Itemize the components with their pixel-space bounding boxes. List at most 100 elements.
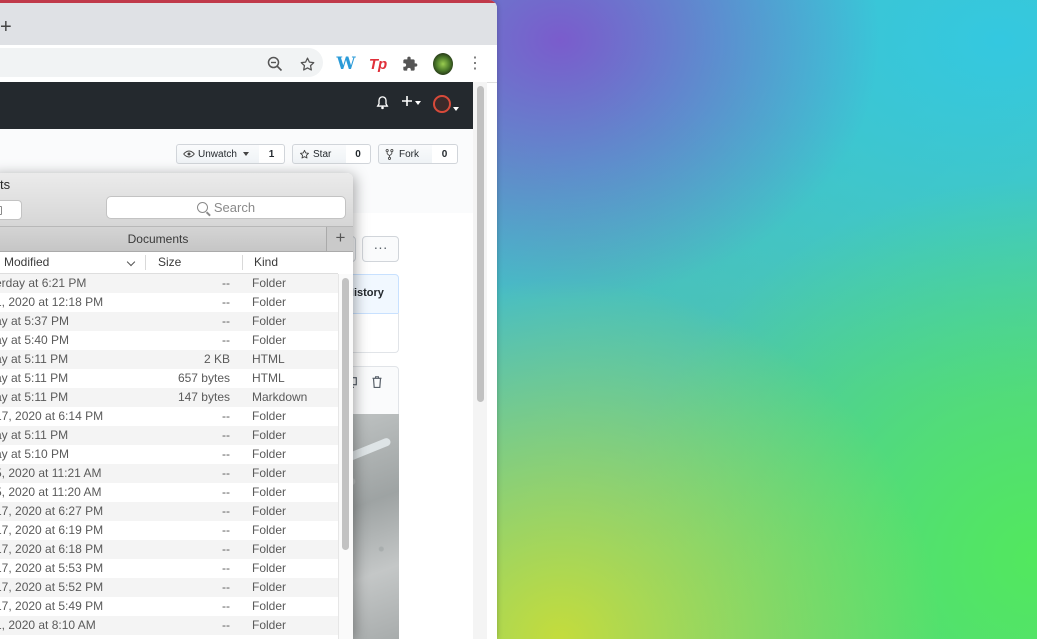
kind-cell: Folder — [252, 466, 287, 480]
star-button[interactable]: Star — [292, 144, 347, 164]
modified-cell: ay at 5:11 PM — [0, 390, 69, 404]
column-kind[interactable]: Kind — [254, 252, 334, 273]
modified-cell: 17, 2020 at 6:27 PM — [0, 504, 104, 518]
size-cell: 657 bytes — [177, 371, 230, 385]
list-item[interactable]: 17, 2020 at 6:19 PM -- Folder — [0, 521, 338, 540]
fork-icon — [385, 148, 394, 160]
list-item[interactable]: 17, 2020 at 5:52 PM -- Folder — [0, 578, 338, 597]
size-cell: -- — [222, 295, 230, 309]
kind-cell: Folder — [252, 276, 287, 290]
list-item[interactable]: ay at 5:10 PM -- Folder — [0, 445, 338, 464]
size-cell: -- — [222, 409, 230, 423]
kind-cell: Folder — [252, 485, 287, 499]
watch-count[interactable]: 1 — [259, 144, 285, 164]
modified-cell: 17, 2020 at 6:14 PM — [0, 409, 104, 423]
list-item[interactable]: ay at 5:11 PM 2 KB HTML — [0, 350, 338, 369]
list-item[interactable]: ay at 5:37 PM -- Folder — [0, 312, 338, 331]
size-cell: -- — [222, 333, 230, 347]
ext-w-icon[interactable]: W — [336, 54, 356, 74]
modified-cell: 5, 2020 at 11:20 AM — [0, 485, 102, 499]
list-item[interactable]: 5, 2020 at 11:21 AM -- Folder — [0, 464, 338, 483]
kind-cell: Folder — [252, 504, 287, 518]
size-cell: -- — [222, 618, 230, 632]
kind-cell: Folder — [252, 618, 287, 632]
list-item[interactable]: 1, 2020 at 12:18 PM -- Folder — [0, 293, 338, 312]
list-item[interactable]: 5, 2020 at 11:20 AM -- Folder — [0, 483, 338, 502]
modified-cell: 17, 2020 at 5:52 PM — [0, 580, 104, 594]
column-divider — [242, 255, 243, 270]
modified-cell: ay at 5:11 PM — [0, 371, 69, 385]
list-item[interactable]: erday at 6:21 PM -- Folder — [0, 274, 338, 293]
star-label: Star — [313, 148, 332, 160]
list-item[interactable]: 1, 2020 at 8:10 AM -- Folder — [0, 616, 338, 635]
fork-count[interactable]: 0 — [432, 144, 458, 164]
finder-window: ts Search Documents + Modified Size Kind… — [0, 173, 353, 639]
modified-cell: 17, 2020 at 5:53 PM — [0, 561, 104, 575]
size-cell: -- — [222, 504, 230, 518]
profile-avatar[interactable] — [433, 53, 453, 75]
new-tab-button[interactable]: + — [0, 15, 24, 39]
browser-toolbar: W Tp ⋮ — [0, 45, 497, 83]
modified-cell: 5, 2020 at 11:21 AM — [0, 466, 102, 480]
modified-cell: 1, 2020 at 8:10 AM — [0, 618, 96, 632]
size-cell: -- — [222, 599, 230, 613]
column-header: Modified Size Kind — [0, 252, 338, 274]
list-item[interactable]: 17, 2020 at 6:27 PM -- Folder — [0, 502, 338, 521]
list-item[interactable]: 17, 2020 at 5:53 PM -- Folder — [0, 559, 338, 578]
list-item[interactable]: ay at 5:11 PM 657 bytes HTML — [0, 369, 338, 388]
star-icon[interactable] — [297, 54, 317, 74]
modified-cell: 17, 2020 at 5:49 PM — [0, 599, 104, 613]
search-input[interactable]: Search — [106, 196, 346, 219]
list-item[interactable]: ay at 5:40 PM -- Folder — [0, 331, 338, 350]
size-cell: 147 bytes — [177, 390, 230, 404]
size-cell: -- — [222, 314, 230, 328]
modified-cell: ay at 5:40 PM — [0, 333, 70, 347]
size-cell: -- — [222, 485, 230, 499]
fork-button[interactable]: Fork — [378, 144, 433, 164]
kind-cell: Folder — [252, 599, 287, 613]
kind-cell: Folder — [252, 580, 287, 594]
finder-titlebar[interactable]: ts Search — [0, 173, 353, 227]
more-options-button[interactable]: ··· — [362, 236, 399, 262]
puzzle-icon[interactable] — [400, 54, 420, 74]
page-scrollbar-thumb[interactable] — [477, 86, 484, 402]
trash-icon[interactable] — [372, 375, 382, 393]
add-tab-button[interactable]: + — [326, 227, 353, 251]
finder-scrollbar-thumb[interactable] — [342, 278, 349, 550]
unwatch-button[interactable]: Unwatch — [176, 144, 260, 164]
plus-icon[interactable] — [401, 94, 421, 110]
list-item[interactable]: ay at 5:11 PM 147 bytes Markdown — [0, 388, 338, 407]
user-avatar[interactable] — [433, 95, 459, 116]
modified-cell: 1, 2020 at 12:18 PM — [0, 295, 104, 309]
kind-cell: Folder — [252, 409, 287, 423]
kind-cell: Markdown — [252, 390, 308, 404]
list-item[interactable]: 17, 2020 at 6:18 PM -- Folder — [0, 540, 338, 559]
size-cell: -- — [222, 428, 230, 442]
column-size[interactable]: Size — [158, 252, 238, 273]
zoom-out-icon[interactable] — [265, 54, 285, 74]
bell-icon[interactable] — [376, 96, 389, 113]
size-cell: -- — [222, 466, 230, 480]
tab-documents[interactable]: Documents — [0, 227, 326, 251]
tab-strip: + — [0, 3, 497, 45]
kind-cell: Folder — [252, 333, 287, 347]
modified-cell: ay at 5:11 PM — [0, 352, 69, 366]
size-cell: 2 KB — [203, 352, 230, 366]
kind-cell: HTML — [252, 352, 285, 366]
search-placeholder: Search — [213, 200, 256, 215]
ext-tp-icon[interactable]: Tp — [368, 54, 388, 74]
list-item[interactable]: 17, 2020 at 6:14 PM -- Folder — [0, 407, 338, 426]
star-count[interactable]: 0 — [346, 144, 371, 164]
size-cell: -- — [222, 561, 230, 575]
size-cell: -- — [222, 276, 230, 290]
modified-cell: 17, 2020 at 6:18 PM — [0, 542, 104, 556]
view-toggle-button[interactable] — [0, 200, 22, 220]
kebab-icon[interactable]: ⋮ — [465, 54, 485, 74]
list-item[interactable]: ay at 5:11 PM -- Folder — [0, 426, 338, 445]
size-cell: -- — [222, 542, 230, 556]
column-modified[interactable]: Modified — [4, 252, 134, 273]
finder-title: ts — [0, 177, 11, 192]
file-list: erday at 6:21 PM -- Folder 1, 2020 at 12:18… — [0, 274, 338, 639]
modified-cell: ay at 5:37 PM — [0, 314, 70, 328]
list-item[interactable]: 17, 2020 at 5:49 PM -- Folder — [0, 597, 338, 616]
